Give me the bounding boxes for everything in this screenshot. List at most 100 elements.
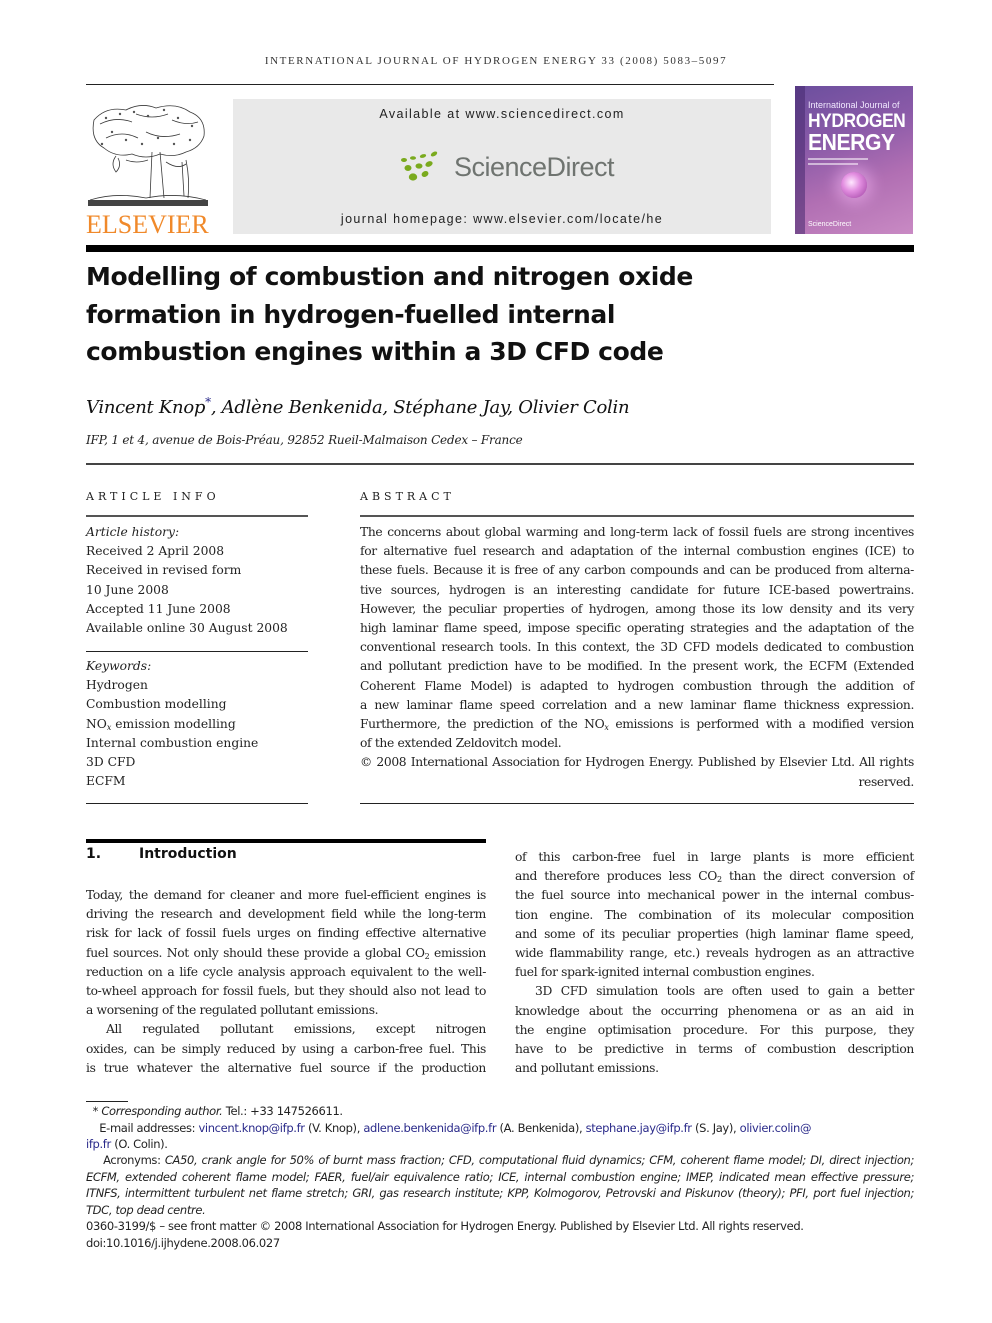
acronyms-line: ITNFS, intermittent turbulent net flame … (86, 1186, 914, 1200)
body-line: fuel for spark-ignited internal combusti… (515, 965, 815, 980)
header-rule (86, 84, 774, 85)
article-info-divider (86, 651, 308, 652)
body-column-left: Today, the demand for cleaner and more f… (86, 886, 486, 1078)
article-history-label: Article history: (86, 525, 180, 539)
author-name: Stéphane Jay (393, 397, 508, 418)
body-line: Today, the demand for cleaner and more f… (86, 888, 486, 902)
section-number: 1. (86, 846, 102, 862)
elsevier-tree-icon (88, 105, 208, 206)
keywords-label: Keywords: (86, 659, 152, 673)
keyword: NOx emission modelling (86, 716, 236, 732)
keyword: Internal combustion engine (86, 735, 259, 750)
body-line: oxides, can be simply reduced by using a… (86, 1041, 486, 1056)
email-addresses: E-mail addresses: vincent.knop@ifp.fr (V… (99, 1120, 812, 1135)
body-line: and some of its peculiar properties (hig… (515, 926, 914, 941)
abstract-line: However, the peculiar properties of hydr… (360, 601, 914, 616)
title-line: combustion engines within a 3D CFD code (86, 337, 664, 366)
abstract-line: a new laminar flame speed correlation an… (360, 697, 914, 712)
abstract-line: Furthermore, the prediction of the NOx e… (360, 717, 914, 733)
section-heading-introduction: 1. Introduction (86, 846, 237, 862)
front-matter-copyright: 0360-3199/$ – see front matter © 2008 In… (86, 1219, 804, 1233)
body-line: have to be predictive in terms of combus… (515, 1042, 914, 1057)
abstract-line: and pollutant prediction have to be modi… (360, 659, 914, 674)
cover-spine (795, 86, 805, 234)
keyword: 3D CFD (86, 755, 136, 770)
article-info-bottom-rule (86, 803, 308, 804)
abstract-rule (360, 515, 914, 517)
history-item: Available online 30 August 2008 (86, 621, 288, 636)
body-line: of this carbon-free fuel in large plants… (515, 850, 914, 864)
journal-citation: INTERNATIONAL JOURNAL OF HYDROGEN ENERGY… (264, 55, 728, 67)
author-name: Olivier Colin (518, 397, 630, 418)
available-at-link[interactable]: Available at www.sciencedirect.com (233, 107, 771, 121)
email-addresses-cont: ifp.fr (O. Colin). (86, 1137, 168, 1151)
title-block-rule (86, 463, 914, 465)
abstract-line: Coherent Flame Model) is adapted to hydr… (360, 678, 914, 693)
body-line: wide flammability range, etc.) reveals h… (515, 946, 914, 961)
email-link[interactable]: ifp.fr (86, 1137, 111, 1151)
body-line: a worsening of the regulated pollutant e… (86, 1003, 379, 1018)
keywords: Keywords: Hydrogen Combustion modelling … (86, 657, 308, 791)
doi[interactable]: doi:10.1016/j.ijhydene.2008.06.027 (86, 1235, 914, 1252)
article-title: Modelling of combustion and nitrogen oxi… (86, 258, 786, 371)
abstract-line: tive sources, hydrogen is an interesting… (360, 582, 914, 597)
article-info-rule (86, 515, 308, 517)
journal-cover-thumbnail[interactable]: International Journal of HYDROGEN ENERGY… (795, 86, 913, 234)
cover-footer: ScienceDirect (808, 221, 852, 228)
abstract-body: The concerns about global warming and lo… (360, 523, 914, 792)
article-info-heading: ARTICLE INFO (86, 490, 220, 503)
sciencedirect-wordmark: ScienceDirect (454, 151, 615, 182)
email-link[interactable]: adlene.benkenida@ifp.fr (363, 1121, 496, 1135)
sciencedirect-dots-icon (401, 151, 438, 181)
body-line: fuel sources. Not only should these prov… (86, 945, 486, 961)
elsevier-wordmark: ELSEVIER (86, 210, 209, 239)
footnote-acronyms: Acronyms: CA50, crank angle for 50% of b… (86, 1152, 914, 1218)
keyword: Hydrogen (86, 678, 148, 693)
abstract-copyright: © 2008 International Association for Hyd… (360, 755, 914, 770)
body-line: and pollutant emissions. (515, 1061, 659, 1076)
abstract-line: for alternative fuel research and adapta… (360, 544, 914, 559)
body-line: the engine optimisation procedure. For t… (515, 1022, 914, 1037)
history-item: Received 2 April 2008 (86, 544, 225, 559)
footnote-rule (86, 1101, 128, 1102)
abstract-line: high laminar flame speed, impose specifi… (360, 621, 914, 636)
body-line: All regulated pollutant emissions, excep… (106, 1022, 486, 1037)
email-link[interactable]: olivier.colin@ (740, 1121, 812, 1135)
sciencedirect-logo[interactable]: ScienceDirect (398, 149, 615, 185)
footnote-corresponding: * Corresponding author. Tel.: +33 147526… (86, 1103, 914, 1153)
abstract-line: conventional research tools. In this con… (360, 640, 914, 655)
abstract-line: of the extended Zeldovitch model. (360, 736, 562, 751)
affiliation: IFP, 1 et 4, avenue de Bois-Préau, 92852… (86, 433, 523, 447)
history-item: Accepted 11 June 2008 (86, 601, 231, 616)
acronyms-line: TDC, top dead centre. (86, 1202, 206, 1217)
body-line: tion engine. The combination of its mole… (515, 907, 914, 922)
journal-homepage-link[interactable]: journal homepage: www.elsevier.com/locat… (233, 212, 771, 226)
elsevier-logo[interactable]: ELSEVIER (86, 100, 212, 240)
section-rule (86, 839, 486, 843)
body-line: knowledge about the occurring phenomena … (515, 1003, 914, 1018)
corresponding-author-mark[interactable]: * (205, 395, 211, 409)
masthead-thick-rule (86, 245, 914, 252)
history-item: 10 June 2008 (86, 582, 169, 597)
email-link[interactable]: vincent.knop@ifp.fr (198, 1121, 305, 1135)
title-line: Modelling of combustion and nitrogen oxi… (86, 262, 693, 291)
body-line: the fuel source into mechanical power in… (515, 888, 914, 903)
acronyms-line: ECFM, extended coherent flame model; FAE… (86, 1169, 914, 1184)
email-link[interactable]: stephane.jay@ifp.fr (586, 1121, 692, 1135)
front-matter: 0360-3199/$ – see front matter © 2008 In… (86, 1218, 914, 1251)
keyword: ECFM (86, 774, 126, 789)
abstract-line: The concerns about global warming and lo… (360, 525, 914, 539)
cover-title-small: International Journal of (808, 100, 900, 110)
cover-title-energy: ENERGY (808, 129, 895, 155)
author-list: Vincent Knop*, Adlène Benkenida, Stéphan… (86, 395, 630, 418)
article-history: Article history: Received 2 April 2008 R… (86, 523, 308, 638)
abstract-bottom-rule (360, 803, 914, 804)
body-line: 3D CFD simulation tools are often used t… (535, 984, 914, 999)
body-line: risk for lack of fossil fuels urges on f… (86, 926, 486, 941)
cover-orb-graphic (841, 172, 867, 198)
cover-editors-line (808, 163, 858, 165)
author-name: Adlène Benkenida (221, 397, 383, 418)
section-title: Introduction (139, 846, 237, 862)
acronyms-line: Acronyms: CA50, crank angle for 50% of b… (103, 1153, 914, 1167)
body-column-right: of this carbon-free fuel in large plants… (515, 848, 914, 1078)
